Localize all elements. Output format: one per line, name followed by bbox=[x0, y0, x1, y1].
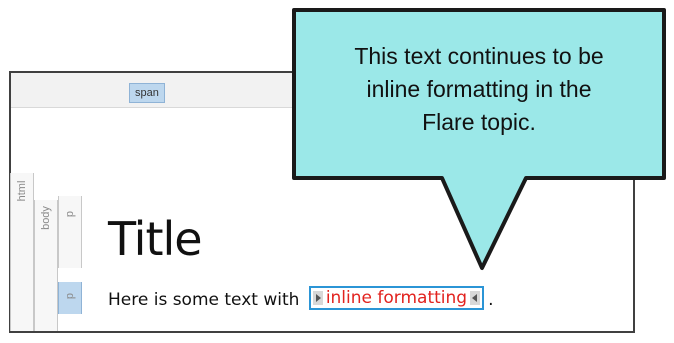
paragraph-prefix: Here is some text with bbox=[108, 290, 305, 310]
paragraph-suffix: . bbox=[488, 290, 494, 310]
p-structure-bar-2[interactable]: p bbox=[58, 282, 82, 314]
end-marker-icon bbox=[470, 291, 481, 305]
html-structure-bar[interactable]: html bbox=[10, 173, 34, 331]
p-tag-label-1: p bbox=[64, 210, 76, 218]
body-tag-label: body bbox=[40, 206, 52, 230]
document-title[interactable]: Title bbox=[108, 212, 203, 266]
start-marker-icon bbox=[312, 291, 323, 305]
document-paragraph[interactable]: Here is some text with inline formatting… bbox=[108, 286, 493, 310]
callout-line-2: inline formatting in the bbox=[366, 76, 592, 102]
inline-formatting-text: inline formatting bbox=[325, 288, 468, 308]
p-structure-bar-1[interactable]: p bbox=[58, 196, 82, 268]
callout-line-1: This text continues to be bbox=[354, 43, 604, 69]
callout-text: This text continues to be inline formatt… bbox=[290, 40, 668, 139]
p-tag-label-2: p bbox=[64, 292, 76, 300]
callout-line-3: Flare topic. bbox=[422, 109, 536, 135]
span-tag[interactable]: span bbox=[129, 83, 165, 103]
body-structure-bar[interactable]: body bbox=[34, 200, 58, 331]
inline-formatting-span[interactable]: inline formatting bbox=[308, 286, 485, 310]
html-tag-label: html bbox=[16, 180, 28, 202]
callout-bubble: This text continues to be inline formatt… bbox=[290, 6, 668, 270]
